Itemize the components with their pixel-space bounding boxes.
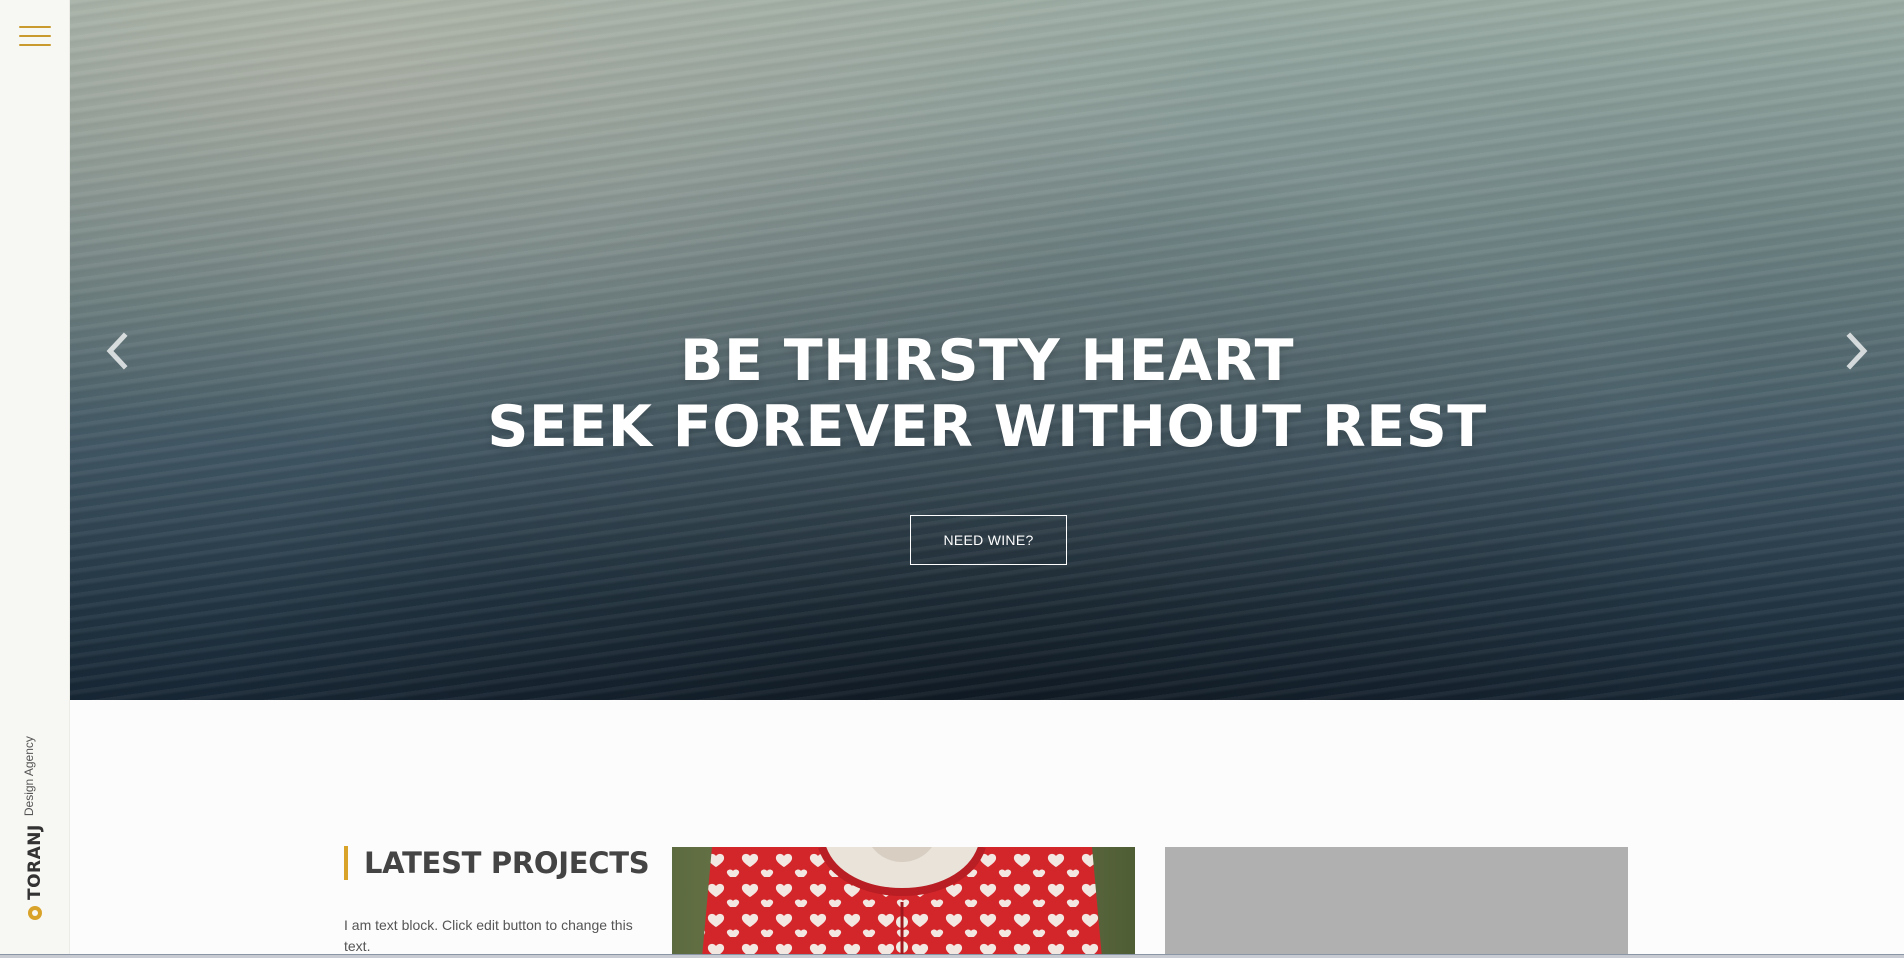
menu-icon[interactable]	[19, 26, 51, 48]
need-wine-button[interactable]: NEED WINE?	[910, 515, 1067, 565]
heading-accent-bar	[344, 846, 348, 880]
hero-title: BE THIRSTY HEART SEEK FOREVER WITHOUT RE…	[70, 328, 1904, 460]
hero-slider: BE THIRSTY HEART SEEK FOREVER WITHOUT RE…	[70, 0, 1904, 700]
hero-title-line-2: SEEK FOREVER WITHOUT REST	[487, 394, 1487, 460]
project-image-sweater	[672, 847, 1135, 958]
sidebar: TORANJ Design Agency	[0, 0, 70, 958]
project-image-placeholder	[1165, 847, 1628, 958]
bottom-edge	[0, 954, 1904, 958]
projects-title: LATEST PROJECTS	[364, 846, 650, 880]
brand-logo[interactable]: TORANJ Design Agency	[22, 736, 48, 920]
project-card-2[interactable]	[1165, 847, 1628, 958]
projects-description: I am text block. Click edit button to ch…	[344, 917, 633, 954]
brand-name: TORANJ	[25, 824, 45, 900]
logo-icon	[28, 906, 42, 920]
brand-tagline: Design Agency	[22, 736, 36, 817]
project-card-1[interactable]	[672, 847, 1135, 958]
hero-title-line-1: BE THIRSTY HEART	[680, 328, 1294, 394]
projects-heading-block: LATEST PROJECTS	[344, 846, 650, 880]
